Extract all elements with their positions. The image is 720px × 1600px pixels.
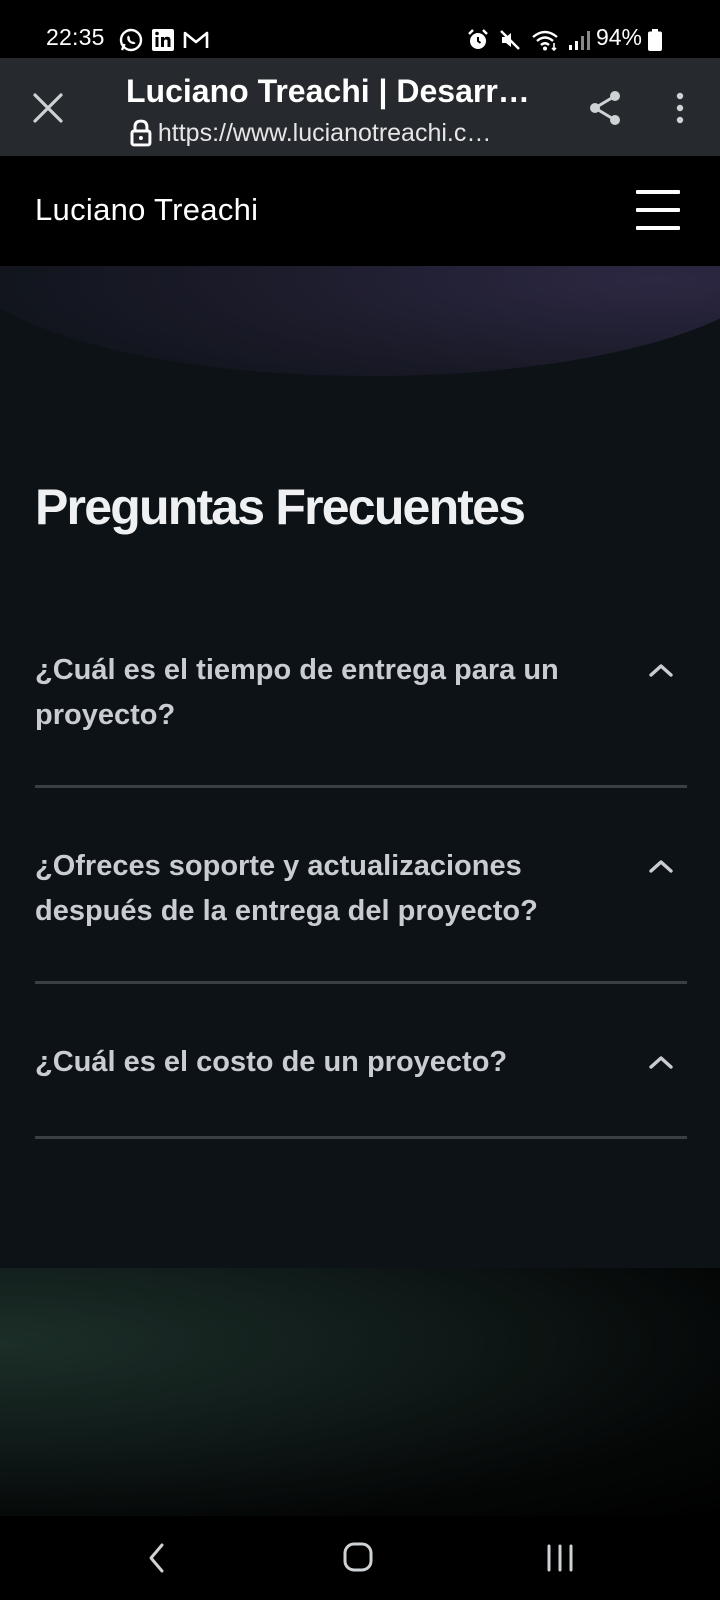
more-options-icon[interactable] [664,86,696,130]
hamburger-menu-icon[interactable] [636,188,682,232]
system-nav-bar [0,1516,720,1600]
alarm-icon [468,29,488,49]
share-icon[interactable] [586,88,626,128]
faq-question[interactable]: ¿Ofreces soporte y actualizaciones despu… [35,844,615,934]
faq-item[interactable]: ¿Cuál es el tiempo de entrega para un pr… [35,648,687,788]
recent-apps-icon[interactable] [544,1544,576,1572]
wifi-icon [532,30,558,52]
status-time: 22:35 [46,24,105,50]
decorative-glow [0,266,720,376]
faq-title: Preguntas Frecuentes [35,479,526,535]
close-icon[interactable] [26,86,70,130]
page-title: Luciano Treachi | Desarr… [126,73,530,109]
faq-divider [35,785,687,788]
faq-item[interactable]: ¿Cuál es el costo de un proyecto? [35,1040,687,1150]
browser-toolbar: Luciano Treachi | Desarr… https://www.lu… [0,58,720,156]
linkedin-icon [152,29,174,51]
back-icon[interactable] [144,1540,170,1576]
mute-icon [500,30,520,50]
site-logo[interactable]: Luciano Treachi [35,192,258,228]
chevron-up-icon[interactable] [647,856,675,876]
faq-question[interactable]: ¿Cuál es el tiempo de entrega para un pr… [35,648,615,738]
faq-question[interactable]: ¿Cuál es el costo de un proyecto? [35,1040,615,1085]
chevron-up-icon[interactable] [647,1052,675,1072]
faq-section: Preguntas Frecuentes ¿Cuál es el tiempo … [0,266,720,1268]
gmail-icon [183,31,209,48]
battery-icon [648,29,662,51]
url-bar[interactable]: https://www.lucianotreachi.c… [130,118,550,148]
faq-divider [35,1136,687,1139]
whatsapp-icon [119,28,143,52]
notification-icons [118,27,210,53]
site-header: Luciano Treachi [0,156,720,266]
system-icons [466,27,590,53]
battery-percent: 94% [595,24,642,50]
url-text: https://www.lucianotreachi.c… [157,118,492,147]
faq-divider [35,981,687,984]
faq-item[interactable]: ¿Ofreces soporte y actualizaciones despu… [35,844,687,984]
status-bar: 22:35 94% [0,0,720,58]
signal-icon [569,31,590,50]
lock-icon [130,119,152,147]
chevron-up-icon[interactable] [647,660,675,680]
home-icon[interactable] [342,1540,374,1574]
footer-background [0,1268,720,1516]
